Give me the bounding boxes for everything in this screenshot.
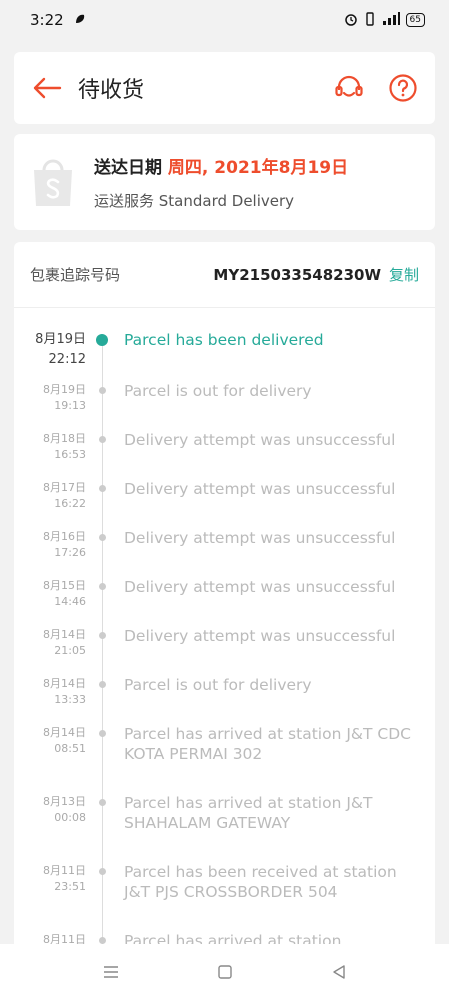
event-description: Delivery attempt was unsuccessful [124,578,396,596]
event-time: 19:13 [54,399,86,412]
header-bar: 待收货 [14,52,435,124]
event-date: 8月17日 [43,481,86,494]
tracking-number: MY215033548230W [213,265,381,284]
event-time: 17:26 [54,546,86,559]
battery-indicator: 65 [405,13,425,27]
delivery-date-row: 送达日期 周四, 2021年8月19日 [94,153,348,178]
home-square-icon [217,965,232,979]
event-time: 23:51 [54,880,86,893]
event-description: Delivery attempt was unsuccessful [124,529,396,547]
back-button[interactable] [30,71,64,105]
back-arrow-icon [33,77,62,99]
event-datetime: 8月19日 22:12 [14,330,86,370]
event-description: Delivery attempt was unsuccessful [124,431,396,449]
event-datetime: 8月11日 23:51 [14,863,86,895]
timeline-dot-active [96,334,108,346]
event-description: Parcel has arrived at station J&T CDC KO… [124,725,411,763]
delivery-date-value: 周四, 2021年8月19日 [167,158,349,178]
timeline-dot [99,387,106,394]
event-time: 08:51 [54,742,86,755]
help-icon [389,74,417,102]
event-time: 16:22 [54,497,86,510]
timeline-dot [99,730,106,737]
system-nav-bar [0,944,449,1000]
event-datetime: 8月18日 16:53 [14,431,86,463]
menu-nav-button[interactable] [99,960,123,984]
timeline-dot [99,937,106,944]
event-datetime: 8月17日 16:22 [14,480,86,512]
event-date: 8月14日 [43,628,86,641]
event-date: 8月16日 [43,530,86,543]
event-description: Parcel has been delivered [124,331,324,349]
event-description: Parcel has been received at station J&T … [124,863,397,901]
tracking-header: 包裹追踪号码 MY215033548230W 复制 [14,242,435,308]
event-date: 8月19日 [35,332,86,347]
vibrate-icon [364,11,376,29]
back-nav-button[interactable] [327,960,351,984]
event-date: 8月11日 [43,864,86,877]
timeline-dot [99,681,106,688]
event-datetime: 8月14日 08:51 [14,725,86,757]
headset-icon [335,75,363,97]
event-time: 14:46 [54,595,86,608]
event-datetime: 8月14日 21:05 [14,627,86,659]
home-nav-button[interactable] [213,960,237,984]
timeline-dot [99,632,106,639]
shopping-bag-icon [34,159,72,206]
event-description: Delivery attempt was unsuccessful [124,627,396,645]
event-description: Delivery attempt was unsuccessful [124,480,396,498]
event-datetime: 8月15日 14:46 [14,578,86,610]
status-right: 65 [344,11,425,29]
event-datetime: 8月13日 00:08 [14,794,86,826]
event-date: 8月14日 [43,726,86,739]
timeline-dot [99,534,106,541]
page-title: 待收货 [78,78,145,103]
event-description: Parcel has arrived at station J&T SHAHAL… [124,794,373,832]
event-datetime: 8月16日 17:26 [14,529,86,561]
timeline-dot [99,583,106,590]
event-description: Parcel is out for delivery [124,676,312,694]
customer-service-button[interactable] [331,70,367,106]
event-description: Parcel is out for delivery [124,382,312,400]
event-datetime: 8月14日 13:33 [14,676,86,708]
event-time: 00:08 [54,811,86,824]
timeline-dot [99,485,106,492]
event-date: 8月15日 [43,579,86,592]
status-time: 3:22 [30,11,64,29]
status-bar: 3:22 65 [0,0,449,40]
event-time: 16:53 [54,448,86,461]
help-button[interactable] [385,70,421,106]
event-time: 13:33 [54,693,86,706]
timeline-dot [99,868,106,875]
event-time: 21:05 [54,644,86,657]
delivery-info-card: 送达日期 周四, 2021年8月19日 运送服务 Standard Delive… [14,134,435,230]
menu-icon [103,966,118,978]
event-date: 8月18日 [43,432,86,445]
event-date: 8月19日 [43,383,86,396]
delivery-date-label: 送达日期 [94,158,162,178]
copy-button[interactable]: 复制 [389,264,419,285]
event-date: 8月14日 [43,677,86,690]
tracking-number-label: 包裹追踪号码 [30,266,121,284]
event-datetime: 8月19日 19:13 [14,382,86,414]
event-time: 22:12 [48,352,86,367]
delivery-text: 送达日期 周四, 2021年8月19日 运送服务 Standard Delive… [94,153,348,211]
tracking-card: 包裹追踪号码 MY215033548230W 复制 8月19日 22:12 Pa… [14,242,435,962]
notification-icon [74,11,86,29]
delivery-service: 运送服务 Standard Delivery [94,192,295,210]
event-date: 8月13日 [43,795,86,808]
alarm-icon [344,12,358,29]
status-left: 3:22 [30,11,86,29]
timeline-dot [99,799,106,806]
signal-icon [382,11,400,29]
timeline-dot [99,436,106,443]
back-triangle-icon [332,965,345,979]
tracking-number-group: MY215033548230W 复制 [213,264,419,285]
